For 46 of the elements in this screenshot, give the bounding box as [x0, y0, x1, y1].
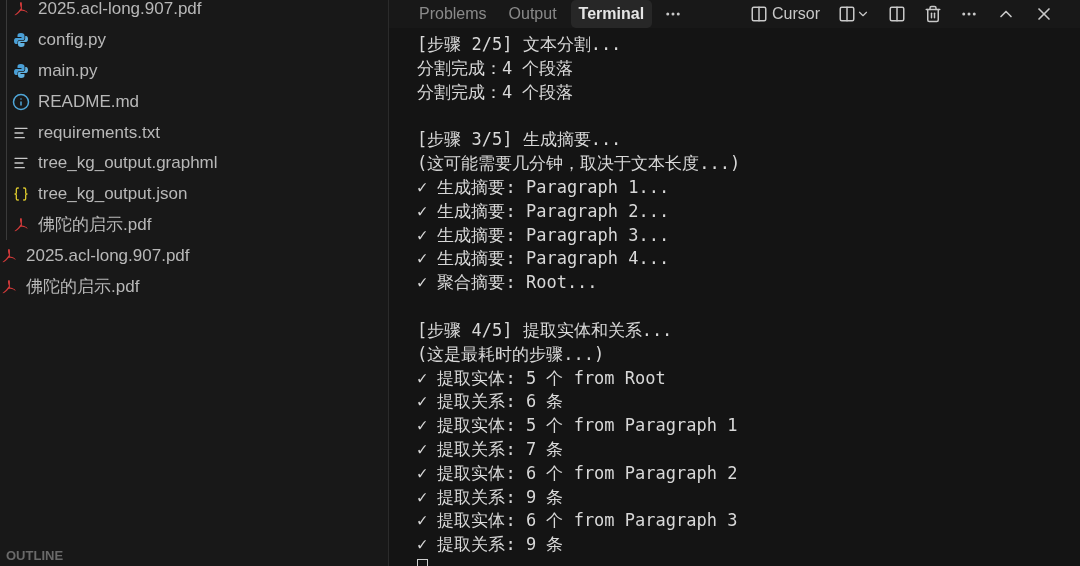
- file-name[interactable]: 佛陀的启示.pdf: [26, 275, 140, 299]
- terminal-line: ✓ 提取实体: 6 个 from Paragraph 3: [417, 509, 739, 533]
- terminal-line: 分割完成：4 个段落: [417, 56, 575, 80]
- file-name[interactable]: config.py: [38, 30, 107, 51]
- terminal-line: ✓ 提取关系: 9 条: [417, 485, 565, 509]
- terminal-line: ✓ 生成摘要: Paragraph 2...: [417, 199, 671, 223]
- layout-icon[interactable]: [838, 5, 856, 23]
- trash-icon[interactable]: [924, 5, 942, 23]
- terminal-line: ✓ 生成摘要: Paragraph 4...: [417, 247, 671, 271]
- pdf-icon: [13, 1, 29, 18]
- terminal-line: ✓ 提取实体: 5 个 from Root: [417, 366, 667, 390]
- terminal-line: ✓ 生成摘要: Paragraph 1...: [417, 176, 671, 199]
- pdf-icon: [1, 278, 17, 295]
- file-name[interactable]: tree_kg_output.json: [38, 184, 188, 205]
- panel-tab[interactable]: Output: [500, 0, 565, 28]
- python-icon: [13, 32, 29, 49]
- pdf-icon: [13, 216, 29, 233]
- python-icon: [13, 63, 29, 79]
- terminal-line: ✓ 提取关系: 7 条: [417, 437, 565, 461]
- terminal-line: ✓ 聚合摘要: Root...: [417, 271, 599, 295]
- panel-tab[interactable]: Terminal: [570, 0, 653, 28]
- terminal-line: (这可能需要几分钟，取决于文本长度...): [417, 152, 742, 176]
- terminal-line: ✓ 生成摘要: Paragraph 3...: [417, 223, 671, 247]
- terminal-line: ✓ 提取关系: 6 条: [417, 390, 565, 414]
- terminal-line: (这是最耗时的步骤...): [417, 342, 606, 366]
- terminal-line: [步骤 3/5] 生成摘要...: [417, 128, 623, 152]
- split-icon[interactable]: [750, 5, 768, 23]
- pdf-icon: [1, 247, 17, 264]
- terminal-line: ✓ 提取关系: 9 条: [417, 533, 565, 557]
- split-icon[interactable]: [888, 5, 906, 23]
- file-name[interactable]: tree_kg_output.graphml: [38, 153, 218, 174]
- file-name[interactable]: 佛陀的启示.pdf: [38, 213, 152, 237]
- panel-tab[interactable]: Problems: [411, 0, 495, 28]
- file-name[interactable]: main.py: [38, 61, 98, 81]
- braces-icon: [13, 186, 29, 203]
- terminal-line: [步骤 4/5] 提取实体和关系...: [417, 318, 674, 342]
- info-icon: [12, 92, 30, 111]
- terminal-line: ✓ 提取实体: 5 个 from Paragraph 1: [417, 414, 739, 438]
- file-name[interactable]: 2025.acl-long.907.pdf: [26, 245, 190, 266]
- file-name[interactable]: requirements.txt: [38, 122, 160, 143]
- file-name[interactable]: 2025.acl-long.907.pdf: [38, 0, 202, 20]
- terminal-line: 分割完成：4 个段落: [417, 80, 575, 104]
- file-name[interactable]: README.md: [38, 91, 140, 112]
- terminal-line: ✓ 提取实体: 6 个 from Paragraph 2: [417, 461, 739, 485]
- terminal-name[interactable]: Cursor: [772, 5, 820, 23]
- terminal-line: [步骤 2/5] 文本分割...: [417, 33, 623, 56]
